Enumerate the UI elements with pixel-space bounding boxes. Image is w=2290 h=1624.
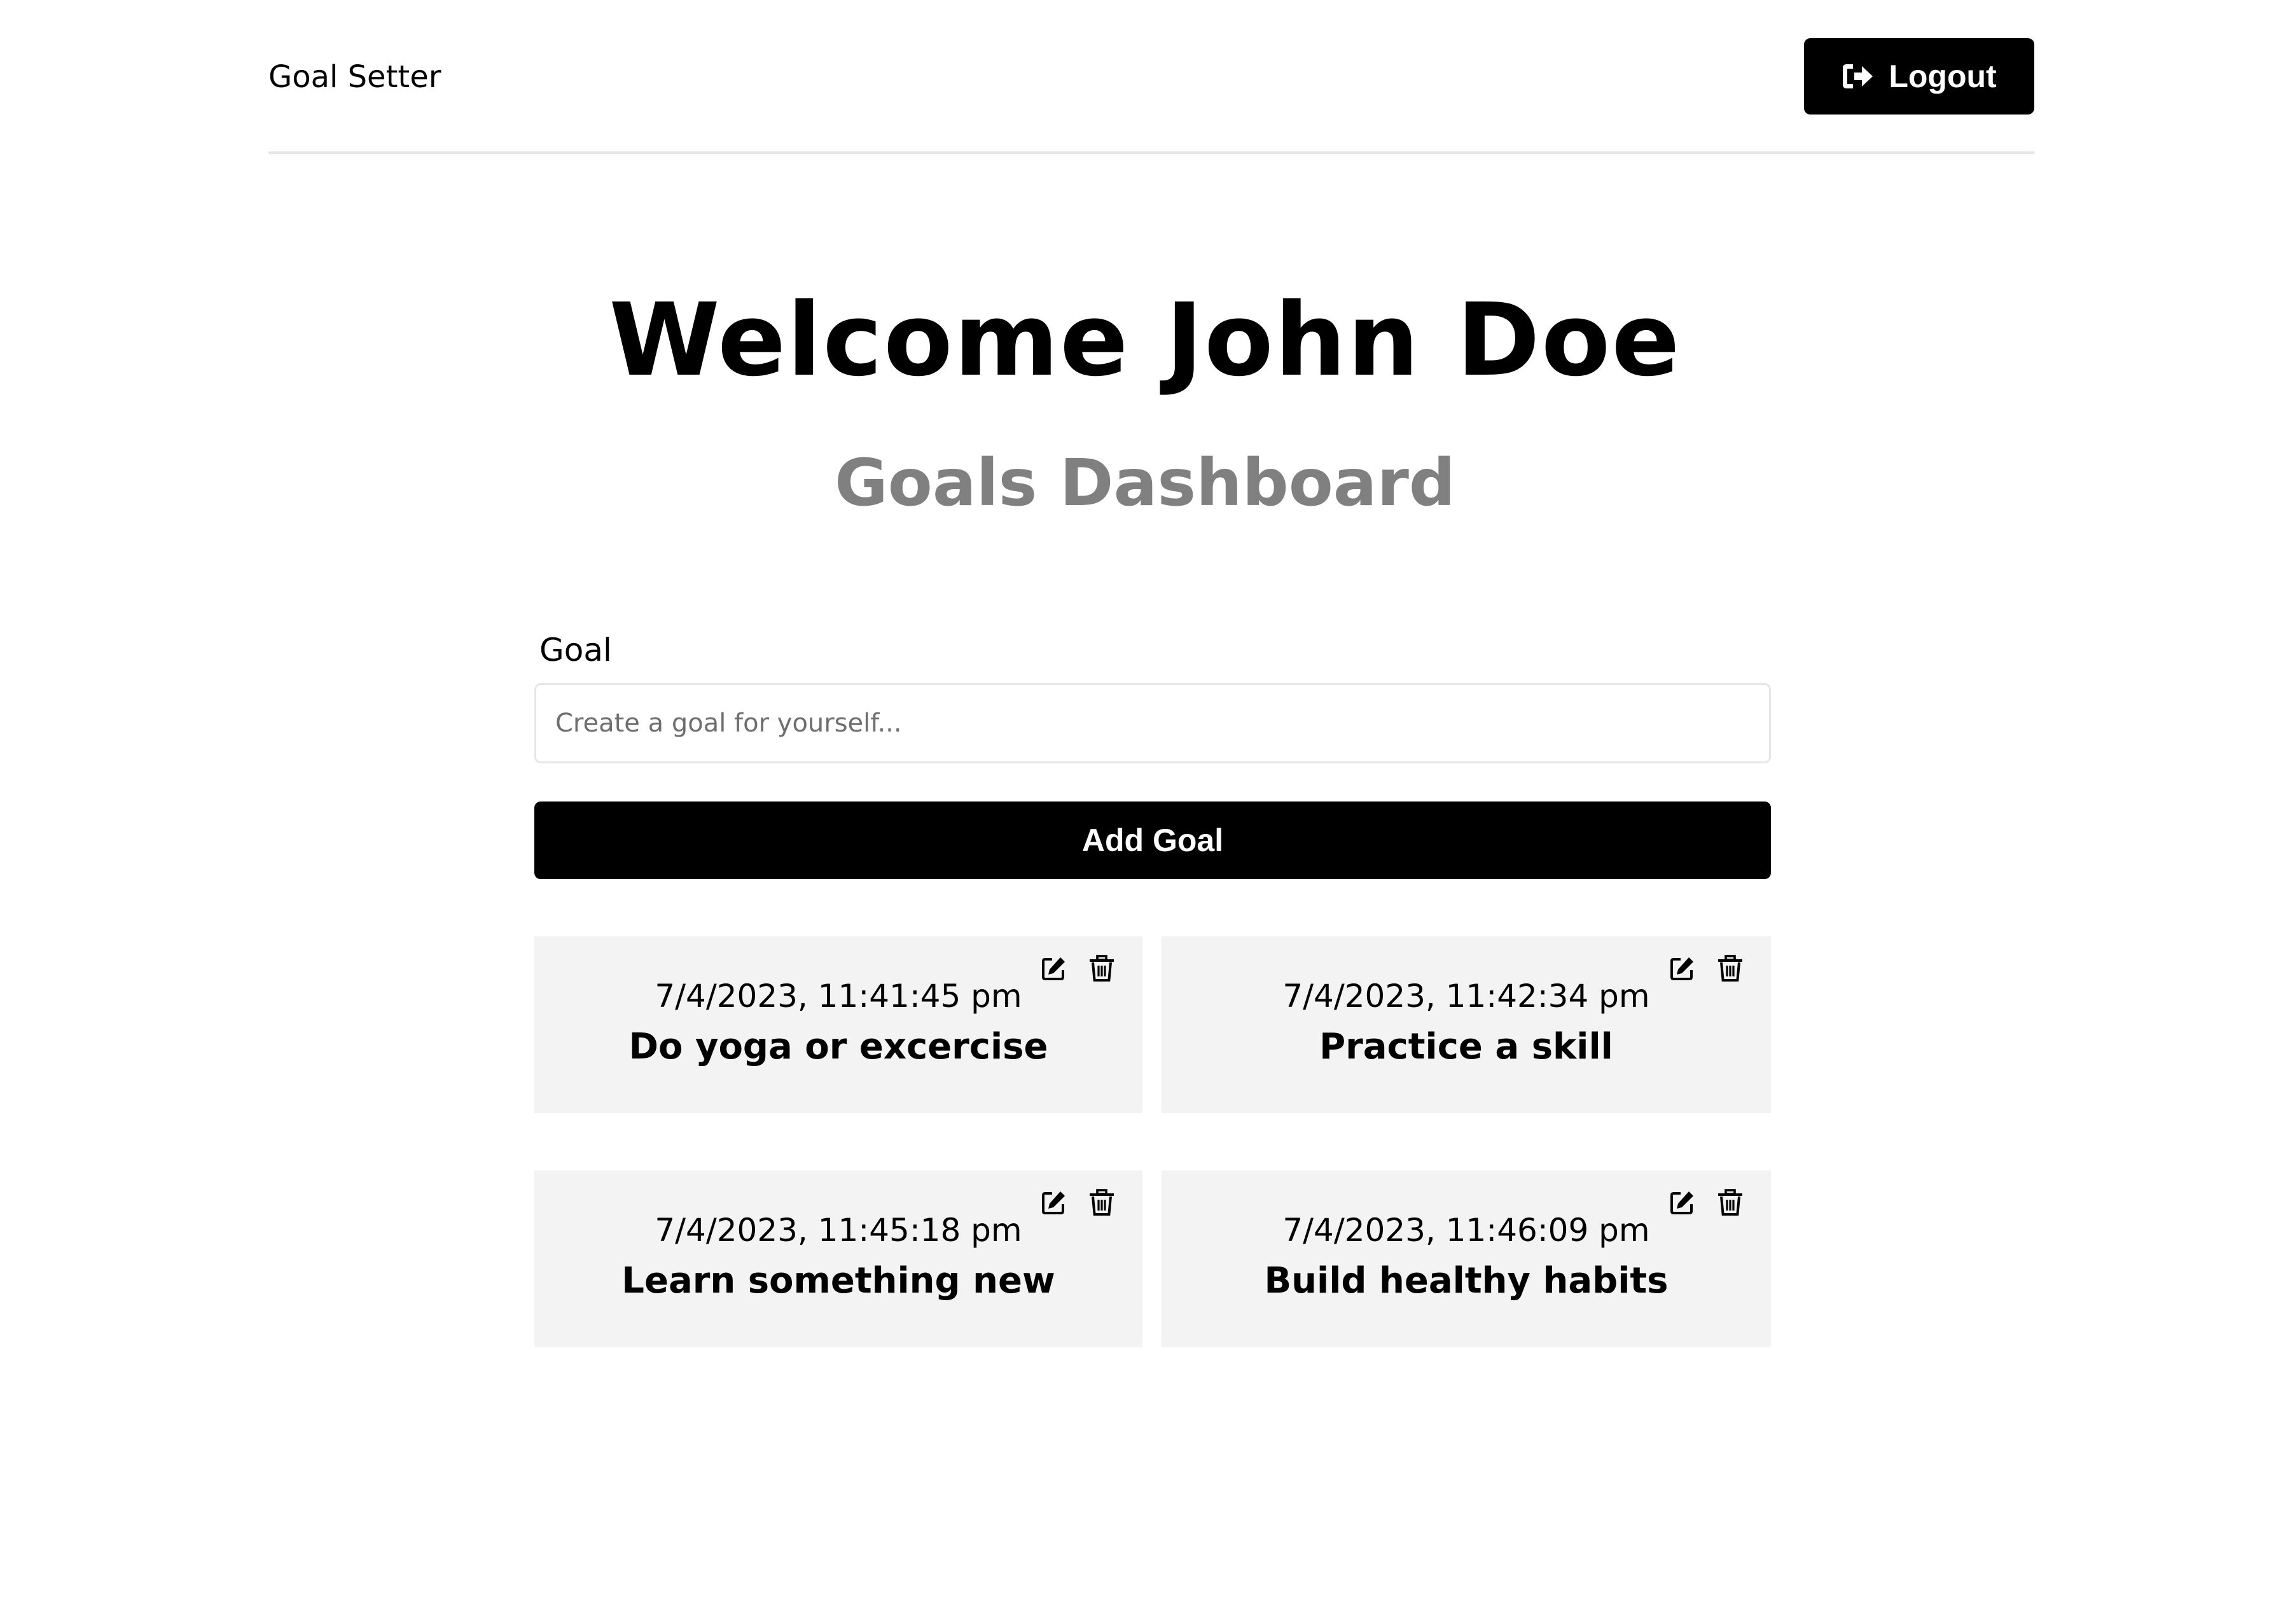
logout-label: Logout	[1889, 59, 1997, 94]
brand-title[interactable]: Goal Setter	[268, 57, 441, 97]
goal-date: 7/4/2023, 11:46:09 pm	[1282, 1212, 1650, 1249]
goal-card: 7/4/2023, 11:42:34 pm Practice a skill	[1162, 936, 1771, 1113]
goal-card: 7/4/2023, 11:45:18 pm Learn something ne…	[534, 1170, 1142, 1347]
goal-card: 7/4/2023, 11:46:09 pm Build healthy habi…	[1162, 1170, 1771, 1347]
dashboard-subtitle: Goals Dashboard	[835, 445, 1455, 521]
goal-text: Practice a skill	[1319, 1026, 1613, 1067]
welcome-heading: Welcome John Doe	[609, 282, 1681, 399]
add-goal-button[interactable]: Add Goal	[534, 802, 1771, 879]
goal-text: Learn something new	[621, 1260, 1055, 1301]
goal-text: Do yoga or excercise	[628, 1026, 1048, 1067]
sign-out-icon	[1843, 64, 1873, 88]
goal-card: 7/4/2023, 11:41:45 pm Do yoga or excerci…	[534, 936, 1142, 1113]
goal-date: 7/4/2023, 11:45:18 pm	[655, 1212, 1022, 1249]
goal-text: Build healthy habits	[1264, 1260, 1669, 1301]
app-header: Goal Setter Logout	[268, 0, 2034, 154]
goal-field-label: Goal	[539, 632, 612, 669]
goal-date: 7/4/2023, 11:42:34 pm	[1282, 978, 1650, 1015]
goal-date: 7/4/2023, 11:41:45 pm	[655, 978, 1022, 1015]
logout-button[interactable]: Logout	[1804, 38, 2034, 115]
goals-list: 7/4/2023, 11:41:45 pm Do yoga or excerci…	[534, 936, 1771, 1347]
goal-input[interactable]	[534, 683, 1771, 763]
